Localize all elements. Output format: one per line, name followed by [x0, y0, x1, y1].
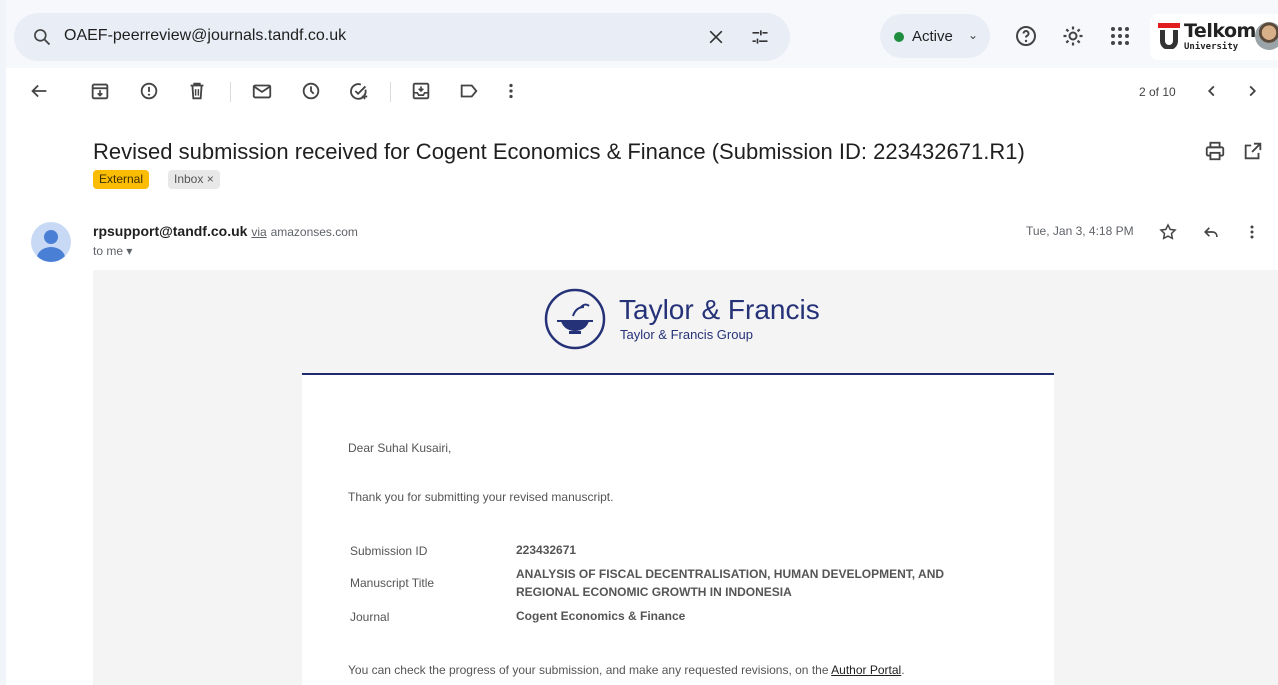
search-icon[interactable]	[32, 27, 52, 47]
print-icon[interactable]	[1204, 140, 1226, 162]
recipient-details-toggle[interactable]: to me ▾	[93, 244, 132, 258]
search-query[interactable]: OAEF-peerreview@journals.tandf.co.uk	[64, 27, 346, 45]
mark-unread-mail-icon[interactable]	[251, 80, 273, 102]
progress-sentence: You can check the progress of your submi…	[348, 663, 832, 677]
email-subject: Revised submission received for Cogent E…	[93, 139, 1025, 164]
help-icon[interactable]	[1014, 24, 1038, 48]
person-icon	[44, 230, 58, 244]
active-dot-icon	[894, 32, 904, 42]
clear-search-icon[interactable]	[706, 27, 726, 47]
search-options-icon[interactable]	[750, 27, 770, 47]
settings-gear-icon[interactable]	[1061, 24, 1085, 48]
sender-address[interactable]: rpsupport@tandf.co.uk	[93, 223, 247, 239]
account-avatar[interactable]	[1255, 22, 1278, 50]
via-link[interactable]: via	[251, 225, 266, 239]
apps-grid-icon[interactable]	[1108, 24, 1132, 48]
message-toolbar: 2 of 10	[6, 68, 1278, 116]
more-options-icon[interactable]	[500, 80, 522, 102]
person-body-shape	[37, 247, 65, 262]
sender-avatar[interactable]	[31, 222, 71, 262]
toolbar-divider	[390, 82, 391, 102]
message-card: Dear Suhal Kusairi, Thank you for submit…	[302, 373, 1054, 685]
label-tag-icon[interactable]	[458, 80, 480, 102]
sender-line: rpsupport@tandf.co.uk via amazonses.com	[93, 223, 358, 239]
detail-label: Submission ID	[350, 544, 428, 558]
detail-label: Journal	[350, 610, 390, 624]
external-label-badge: External	[93, 170, 150, 189]
older-message-chevron-right-icon[interactable]	[1241, 80, 1263, 102]
toolbar-divider	[230, 82, 231, 102]
chevron-down-icon: ⌄	[968, 28, 979, 42]
telkom-logo-icon	[1158, 23, 1180, 50]
publisher-group: Taylor & Francis Group	[620, 327, 753, 342]
add-to-tasks-icon[interactable]	[348, 80, 370, 102]
inbox-label-chip[interactable]: Inbox ×	[168, 170, 220, 189]
progress-end: .	[901, 663, 905, 677]
thanks-text: Thank you for submitting your revised ma…	[348, 490, 614, 504]
detail-value: Cogent Economics & Finance	[516, 609, 686, 623]
message-counter: 2 of 10	[1139, 85, 1176, 99]
sender-domain: amazonses.com	[270, 225, 358, 239]
open-new-window-icon[interactable]	[1242, 140, 1264, 162]
email-date: Tue, Jan 3, 4:18 PM	[1026, 224, 1134, 238]
detail-value: 223432671	[516, 543, 577, 557]
report-spam-icon[interactable]	[138, 80, 160, 102]
author-portal-link[interactable]: Author Portal	[831, 663, 901, 677]
detail-label: Manuscript Title	[350, 576, 435, 590]
snooze-clock-icon[interactable]	[300, 80, 322, 102]
more-actions-icon[interactable]	[1242, 222, 1262, 242]
gmail-window: OAEF-peerreview@journals.tandf.co.uk Act…	[0, 0, 1278, 685]
search-bar[interactable]: OAEF-peerreview@journals.tandf.co.uk	[14, 13, 790, 61]
progress-text: You can check the progress of your submi…	[348, 663, 905, 677]
newer-message-chevron-left-icon[interactable]	[1201, 80, 1223, 102]
reply-icon[interactable]	[1201, 222, 1221, 242]
top-bar: OAEF-peerreview@journals.tandf.co.uk Act…	[6, 0, 1278, 68]
back-arrow-icon[interactable]	[28, 80, 50, 102]
status-label: Active	[912, 28, 953, 45]
taylor-francis-logo-icon	[543, 287, 607, 351]
greeting-text: Dear Suhal Kusairi,	[348, 441, 452, 455]
move-to-icon[interactable]	[410, 80, 432, 102]
publisher-name: Taylor & Francis	[619, 294, 820, 325]
brand-subtitle: University	[1184, 42, 1239, 52]
archive-icon[interactable]	[89, 80, 111, 102]
brand-name: Telkom	[1184, 20, 1256, 42]
detail-value: ANALYSIS OF FISCAL DECENTRALISATION, HUM…	[516, 567, 945, 599]
star-icon[interactable]	[1158, 222, 1178, 242]
status-selector[interactable]: Active ⌄	[880, 14, 990, 58]
delete-trash-icon[interactable]	[186, 80, 208, 102]
